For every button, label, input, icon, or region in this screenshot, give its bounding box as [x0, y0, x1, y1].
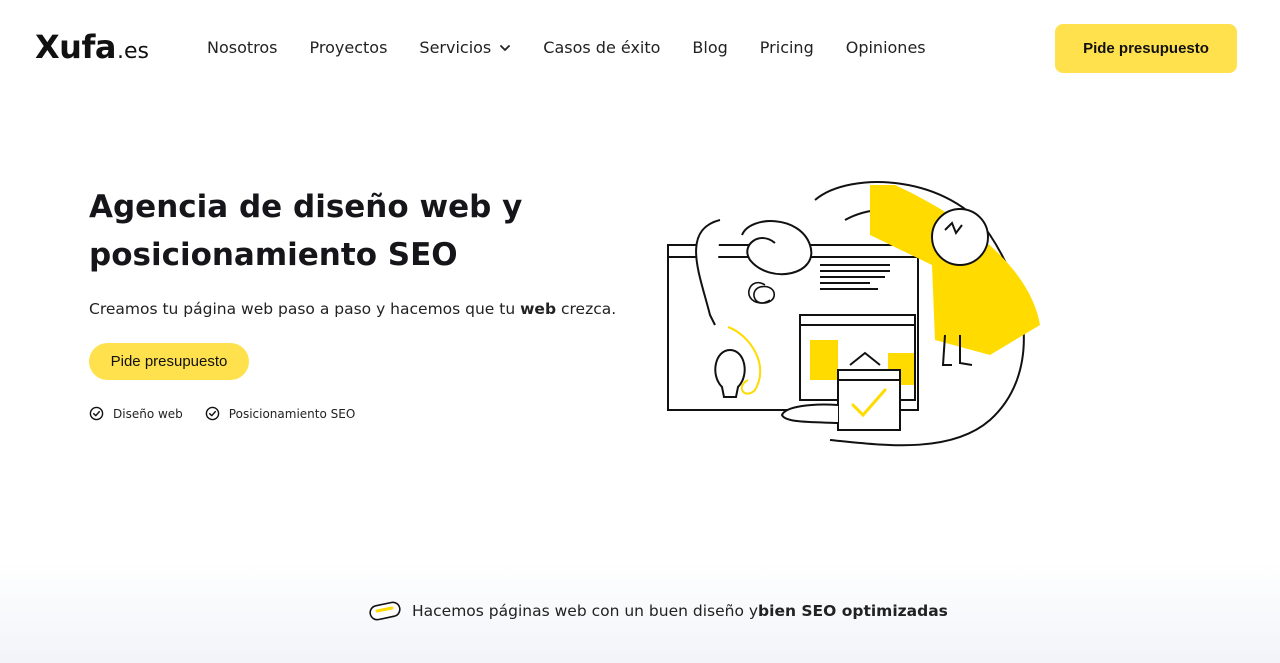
main-nav: Nosotros Proyectos Servicios Casos de éx… — [207, 38, 958, 57]
bottom-message: Hacemos páginas web con un buen diseño y… — [368, 601, 948, 621]
nav-item-nosotros[interactable]: Nosotros — [207, 38, 278, 57]
nav-item-proyectos[interactable]: Proyectos — [310, 38, 388, 57]
nav-item-casos-de-exito[interactable]: Casos de éxito — [543, 38, 660, 57]
illus-person-head — [931, 208, 989, 266]
nav-item-pricing[interactable]: Pricing — [760, 38, 814, 57]
hero-subtitle-pre: Creamos tu página web paso a paso y hace… — [89, 300, 521, 318]
hero-title: Agencia de diseño web y posicionamiento … — [89, 189, 523, 273]
hero-illustration — [667, 181, 1040, 447]
bottom-text-bold: bien SEO optimizadas — [758, 602, 948, 620]
hero-features: Diseño web Posicionamiento SEO — [89, 406, 355, 421]
hero-subtitle: Creamos tu página web paso a paso y hace… — [89, 300, 616, 318]
hero-quote-button[interactable]: Pide presupuesto — [89, 343, 249, 380]
check-circle-icon — [205, 406, 220, 421]
check-circle-icon — [89, 406, 104, 421]
nav-item-blog[interactable]: Blog — [692, 38, 727, 57]
nav-item-opiniones[interactable]: Opiniones — [846, 38, 926, 57]
feature-label: Diseño web — [113, 406, 183, 421]
chevron-down-icon — [500, 44, 511, 51]
nav-item-servicios[interactable]: Servicios — [419, 38, 511, 57]
bottom-text-pre: Hacemos páginas web con un buen diseño y — [412, 602, 759, 620]
header-quote-button[interactable]: Pide presupuesto — [1055, 24, 1237, 73]
feature-diseno-web: Diseño web — [89, 406, 183, 421]
hero-subtitle-bold: web — [520, 300, 557, 318]
site-header: Xufa .es Nosotros Proyectos Servicios Ca… — [0, 0, 1280, 98]
feature-label: Posicionamiento SEO — [228, 406, 356, 421]
nav-item-servicios-label: Servicios — [419, 38, 492, 57]
feature-posicionamiento-seo: Posicionamiento SEO — [205, 406, 356, 421]
logo-name: Xufa — [35, 28, 116, 66]
logo-ext: .es — [116, 39, 149, 64]
mouse-icon — [369, 601, 401, 621]
site-logo[interactable]: Xufa .es — [35, 28, 149, 66]
hero-subtitle-post: crezca. — [556, 300, 617, 318]
